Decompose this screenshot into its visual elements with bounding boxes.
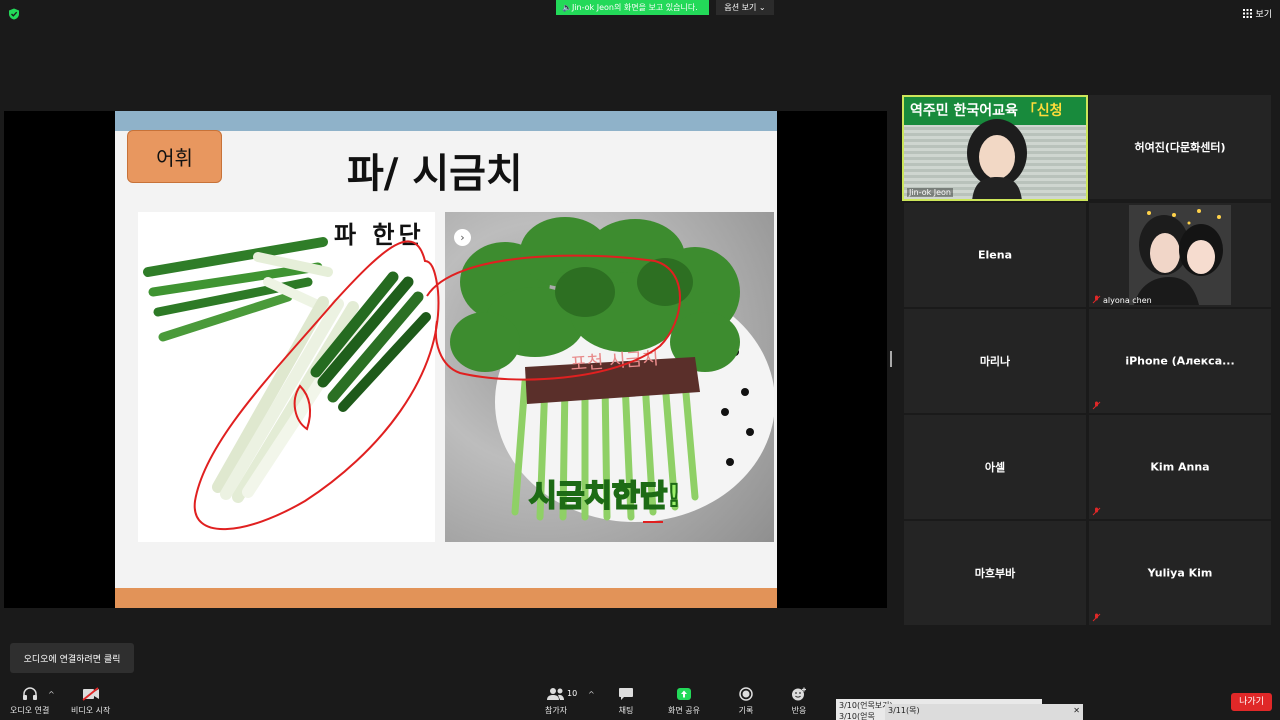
- active-speaker-tile[interactable]: 역주민 한국어교육 「신청 Jin-ok Jeon: [902, 95, 1088, 201]
- speaker-avatar: [967, 119, 1027, 199]
- participants-button[interactable]: 참가자: [545, 686, 567, 718]
- record-icon: [737, 686, 755, 702]
- close-icon[interactable]: ✕: [1073, 705, 1080, 716]
- share-screen-button[interactable]: 화면 공유: [668, 686, 700, 718]
- chevron-down-icon: ⌄: [758, 3, 766, 12]
- participant-name: 마흐부바: [974, 567, 1016, 580]
- participant-name: 아셀: [984, 461, 1006, 474]
- reactions-label: 반응: [791, 706, 807, 715]
- security-shield-icon[interactable]: [8, 8, 20, 20]
- gallery-view-button[interactable]: 보기: [1243, 7, 1272, 20]
- participant-tile[interactable]: Yuliya Kim: [1089, 521, 1271, 625]
- participants-icon: [547, 686, 565, 702]
- screen-share-banner: 🔈Jin-ok Jeon의 화면을 보고 있습니다.: [556, 0, 709, 15]
- start-video-button[interactable]: 비디오 시작: [71, 686, 110, 718]
- participant-tile[interactable]: 마리나: [904, 309, 1086, 413]
- mic-muted-icon: [1092, 401, 1101, 410]
- view-toggle-label: 보기: [1255, 10, 1272, 20]
- participant-tile-video[interactable]: alyona chen: [1089, 203, 1271, 307]
- view-options-label: 옵션 보기: [724, 3, 757, 12]
- speaker-icon: 🔈: [562, 3, 572, 12]
- share-screen-label: 화면 공유: [668, 706, 700, 715]
- participant-photo: [1129, 205, 1231, 305]
- participants-options-caret[interactable]: ^: [588, 690, 595, 699]
- panel-resize-handle[interactable]: [890, 351, 892, 367]
- join-audio-label: 오디오 연결: [10, 706, 50, 715]
- participant-name: alyona chen: [1103, 296, 1152, 305]
- chat-bubble-icon: [617, 686, 635, 702]
- participant-tile[interactable]: Kim Anna: [1089, 415, 1271, 519]
- audio-options-caret[interactable]: ^: [48, 690, 55, 699]
- participant-name: iPhone (Алекса...: [1125, 354, 1235, 368]
- taskbar-note-2[interactable]: 3/11(목) ✕: [885, 704, 1083, 720]
- mic-muted-icon: [1092, 295, 1101, 304]
- audio-connect-tooltip[interactable]: 오디오에 연결하려면 클릭: [10, 643, 134, 673]
- start-video-label: 비디오 시작: [71, 706, 111, 715]
- participant-name: Yuliya Kim: [1147, 566, 1213, 580]
- participant-name: Elena: [978, 248, 1012, 262]
- participant-name: Kim Anna: [1150, 460, 1210, 474]
- participant-count: 10: [567, 689, 578, 698]
- participant-tile[interactable]: 허여진(다문화센터): [1089, 95, 1271, 199]
- participant-video: [1129, 205, 1231, 305]
- mic-muted-icon: [1092, 507, 1101, 516]
- chat-button[interactable]: 채팅: [617, 686, 635, 718]
- record-label: 기록: [738, 706, 754, 715]
- chat-label: 채팅: [618, 706, 634, 715]
- participant-tile[interactable]: Elena: [904, 203, 1086, 307]
- headphones-icon: [21, 686, 39, 702]
- join-audio-button[interactable]: 오디오 연결: [10, 686, 49, 718]
- annotation-layer: [193, 240, 681, 531]
- view-options-button[interactable]: 옵션 보기 ⌄: [716, 0, 774, 15]
- participant-tile[interactable]: 아셀: [904, 415, 1086, 519]
- grid-icon: [1243, 9, 1253, 18]
- mic-muted-icon: [1092, 613, 1101, 622]
- reactions-button[interactable]: 반응: [790, 686, 808, 718]
- share-screen-icon: [675, 686, 693, 702]
- record-button[interactable]: 기록: [737, 686, 755, 718]
- note-text: 3/11(목): [888, 706, 920, 715]
- viewing-banner-text: Jin-ok Jeon의 화면을 보고 있습니다.: [571, 3, 698, 12]
- speaker-name-label: Jin-ok Jeon: [907, 188, 954, 197]
- shared-slide: 어휘 파/ 시금치 파 한단 포천 시금치 시금치한단! ›: [115, 111, 777, 608]
- participant-tile[interactable]: iPhone (Алекса...: [1089, 309, 1271, 413]
- slide-bottom-band: [115, 588, 777, 608]
- video-off-icon: [82, 686, 100, 702]
- participant-name: 마리나: [979, 355, 1011, 368]
- participant-name: 허여진(다문화센터): [1134, 141, 1226, 154]
- participant-tile[interactable]: 마흐부바: [904, 521, 1086, 625]
- participants-label: 참가자: [545, 706, 568, 715]
- smiley-plus-icon: [790, 686, 808, 702]
- leave-meeting-button[interactable]: 나가기: [1231, 693, 1272, 711]
